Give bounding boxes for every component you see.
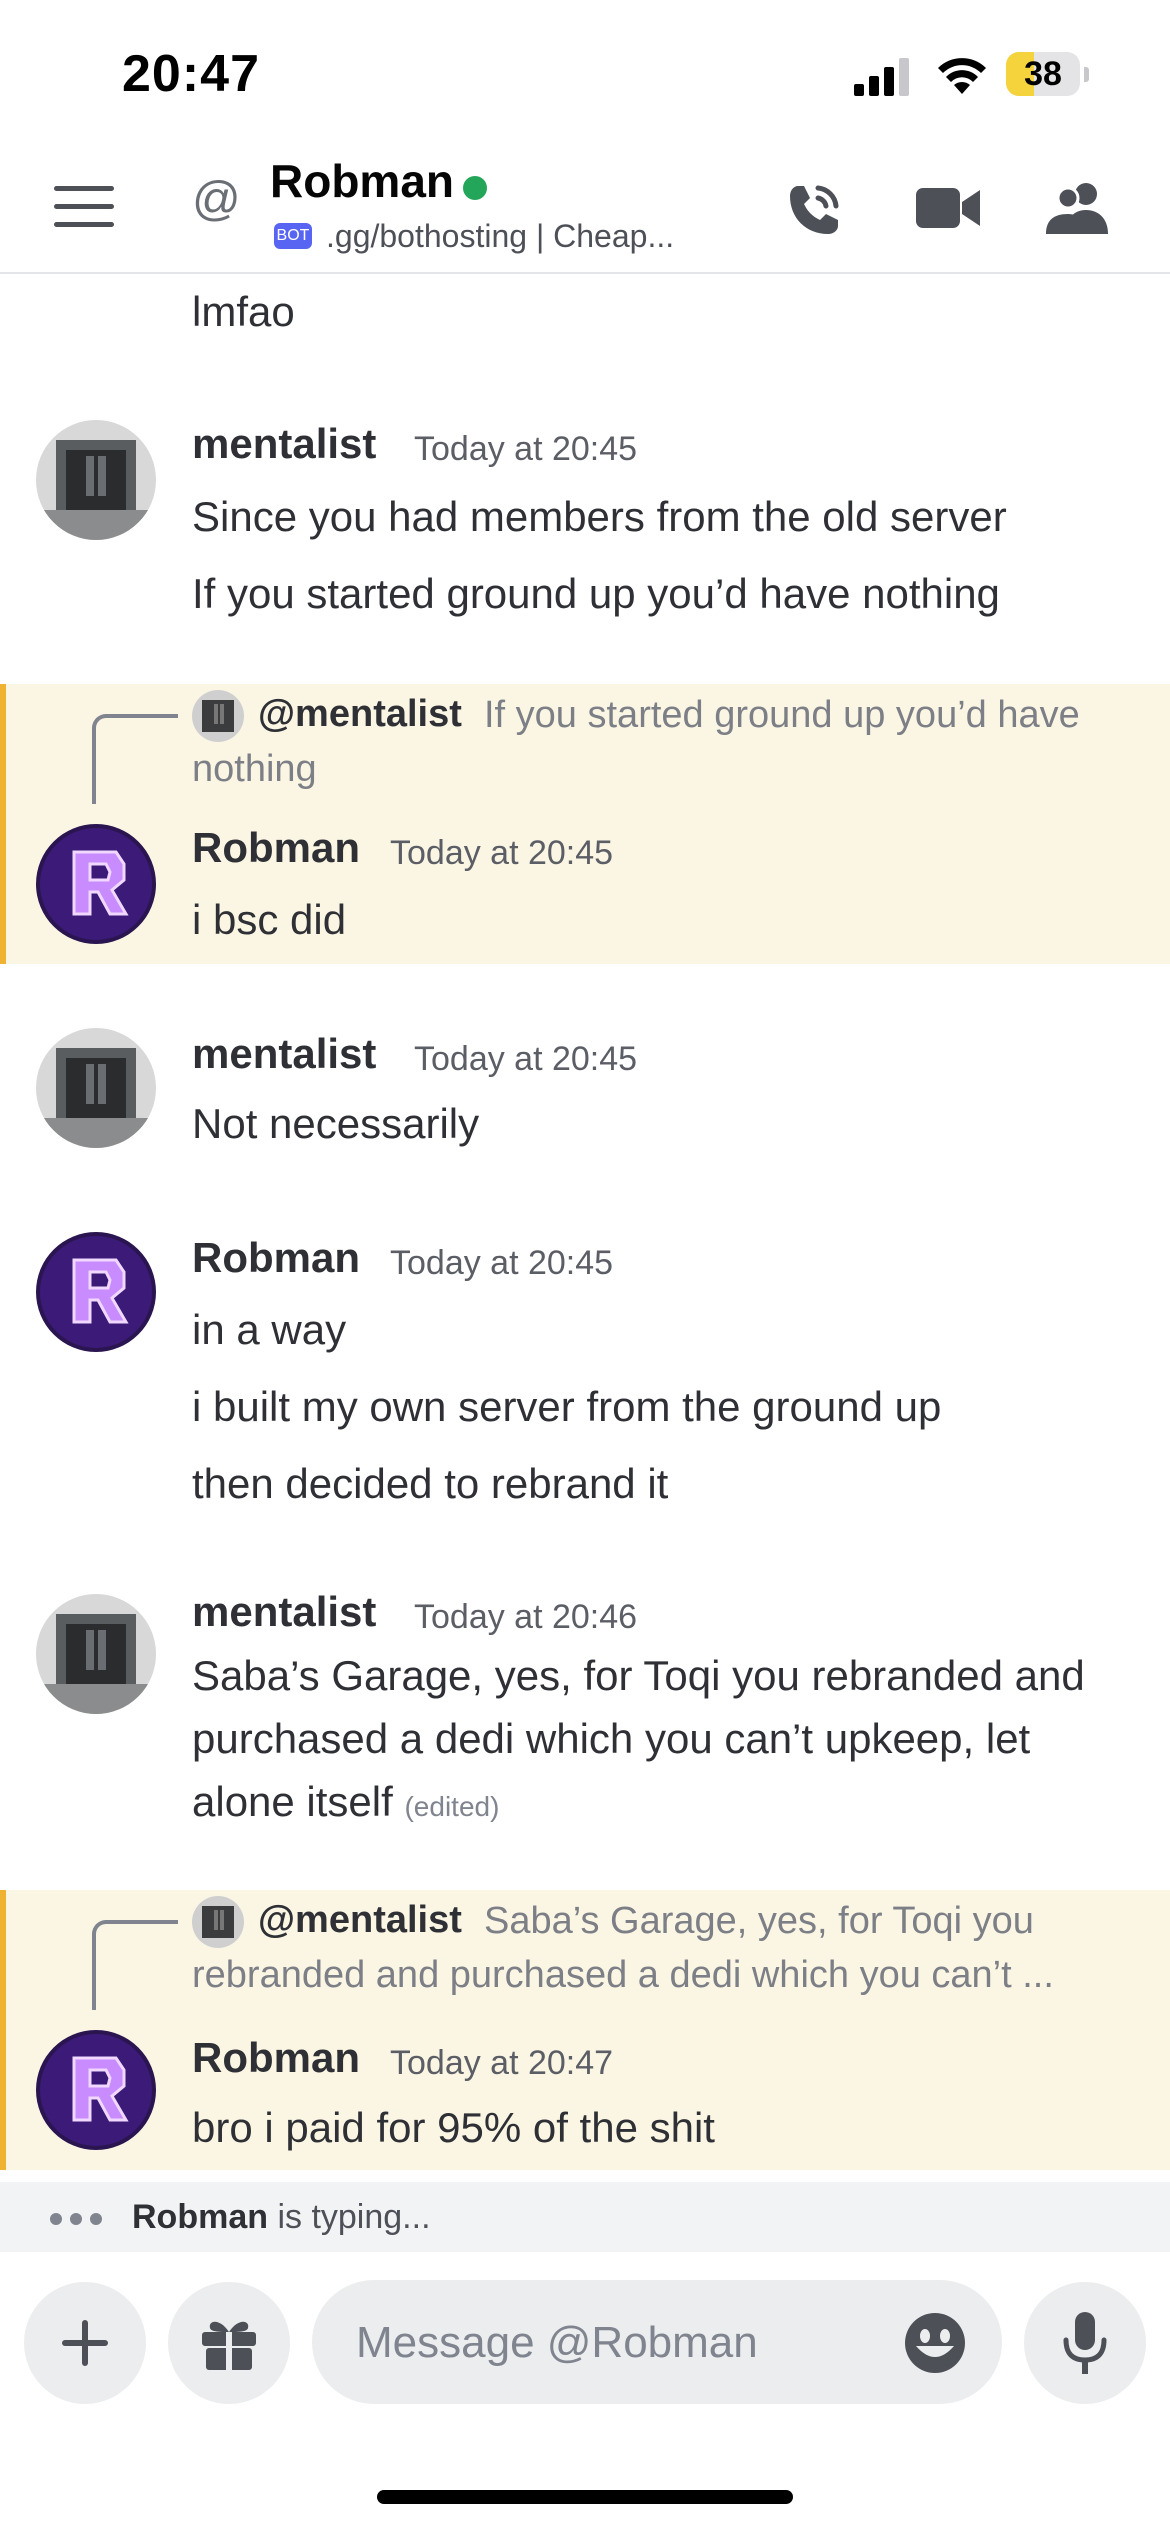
message-text: i built my own server from the ground up bbox=[192, 1383, 942, 1430]
message-author[interactable]: Robman bbox=[192, 2034, 360, 2082]
emoji-icon[interactable] bbox=[904, 2312, 966, 2374]
gift-button[interactable] bbox=[168, 2282, 290, 2404]
bot-badge: BOT bbox=[274, 222, 312, 249]
avatar[interactable] bbox=[36, 1232, 156, 1352]
battery-icon: 38 bbox=[1006, 52, 1089, 98]
avatar[interactable] bbox=[36, 420, 156, 540]
reply-author[interactable]: @mentalist bbox=[258, 1899, 462, 1942]
message-timestamp: Today at 20:47 bbox=[390, 2044, 614, 2082]
menu-icon[interactable] bbox=[54, 186, 114, 228]
message-text: If you started ground up you’d have noth… bbox=[192, 570, 1000, 617]
message-timestamp: Today at 20:45 bbox=[390, 834, 614, 872]
reply-connector bbox=[92, 1920, 178, 2010]
message-author[interactable]: Robman bbox=[192, 1234, 360, 1282]
microphone-icon bbox=[1063, 2312, 1107, 2374]
mention-highlight-bar bbox=[0, 684, 6, 964]
typing-suffix: is typing... bbox=[268, 2198, 431, 2236]
message-timestamp: Today at 20:45 bbox=[390, 1244, 614, 1282]
voice-message-button[interactable] bbox=[1024, 2282, 1146, 2404]
wifi-icon bbox=[938, 58, 986, 94]
voice-call-icon[interactable] bbox=[784, 180, 844, 240]
message-author[interactable]: mentalist bbox=[192, 420, 376, 468]
plus-icon bbox=[62, 2320, 108, 2366]
avatar[interactable] bbox=[36, 2030, 156, 2150]
reply-preview[interactable]: nothing bbox=[192, 748, 317, 791]
message-text: bro i paid for 95% of the shit bbox=[192, 2104, 715, 2151]
cellular-signal-icon bbox=[854, 58, 909, 96]
message-text: alone itself (edited) bbox=[192, 1778, 499, 1826]
message-text: purchased a dedi which you can’t upkeep,… bbox=[192, 1715, 1031, 1762]
message-author[interactable]: mentalist bbox=[192, 1030, 376, 1078]
add-attachment-button[interactable] bbox=[24, 2282, 146, 2404]
reply-author[interactable]: @mentalist bbox=[258, 693, 462, 736]
avatar[interactable] bbox=[36, 824, 156, 944]
message-text: lmfao bbox=[192, 288, 295, 335]
typing-indicator: Robman is typing... bbox=[0, 2182, 1170, 2252]
message-text: Saba’s Garage, yes, for Toqi you rebrand… bbox=[192, 1652, 1085, 1699]
reply-avatar bbox=[192, 1896, 244, 1948]
custom-status-text: .gg/bothosting | Cheap... bbox=[326, 218, 675, 254]
message-text: i bsc did bbox=[192, 896, 347, 943]
home-indicator[interactable] bbox=[377, 2490, 793, 2504]
message-text: Not necessarily bbox=[192, 1100, 480, 1147]
avatar[interactable] bbox=[36, 1028, 156, 1148]
reply-preview[interactable]: Saba’s Garage, yes, for Toqi you bbox=[484, 1900, 1034, 1943]
online-status-dot bbox=[463, 176, 487, 200]
edited-label: (edited) bbox=[404, 1791, 500, 1822]
video-call-icon[interactable] bbox=[916, 184, 980, 232]
message-text: then decided to rebrand it bbox=[192, 1460, 669, 1507]
typing-user: Robman bbox=[132, 2198, 268, 2236]
avatar[interactable] bbox=[36, 1594, 156, 1714]
user-status-line[interactable]: BOT .gg/bothosting | Cheap... bbox=[274, 218, 674, 255]
message-text: Since you had members from the old serve… bbox=[192, 493, 1007, 540]
reply-preview[interactable]: If you started ground up you’d have bbox=[484, 694, 1080, 737]
message-author[interactable]: Robman bbox=[192, 824, 360, 872]
typing-text: Robman is typing... bbox=[132, 2198, 431, 2237]
reply-avatar bbox=[192, 690, 244, 742]
channel-name[interactable]: Robman bbox=[270, 154, 454, 208]
message-input[interactable] bbox=[354, 2280, 858, 2406]
message-composer bbox=[312, 2280, 1002, 2406]
message-timestamp: Today at 20:45 bbox=[414, 430, 638, 468]
message-timestamp: Today at 20:45 bbox=[414, 1040, 638, 1078]
message-text: in a way bbox=[192, 1306, 347, 1353]
members-icon[interactable] bbox=[1046, 180, 1112, 234]
reply-preview[interactable]: rebranded and purchased a dedi which you… bbox=[192, 1954, 1054, 1997]
at-icon: @ bbox=[192, 173, 241, 226]
gift-icon bbox=[202, 2321, 256, 2370]
typing-dots-icon bbox=[50, 2212, 110, 2230]
battery-percent: 38 bbox=[1024, 55, 1062, 93]
message-author[interactable]: mentalist bbox=[192, 1588, 376, 1636]
status-bar: 20:47 38 bbox=[0, 0, 1170, 150]
dm-header bbox=[0, 150, 1170, 274]
reply-connector bbox=[92, 714, 178, 804]
clock: 20:47 bbox=[122, 45, 260, 103]
mention-highlight-bar bbox=[0, 1890, 6, 2170]
message-timestamp: Today at 20:46 bbox=[414, 1598, 638, 1636]
message-text-fragment: alone itself bbox=[192, 1778, 393, 1825]
